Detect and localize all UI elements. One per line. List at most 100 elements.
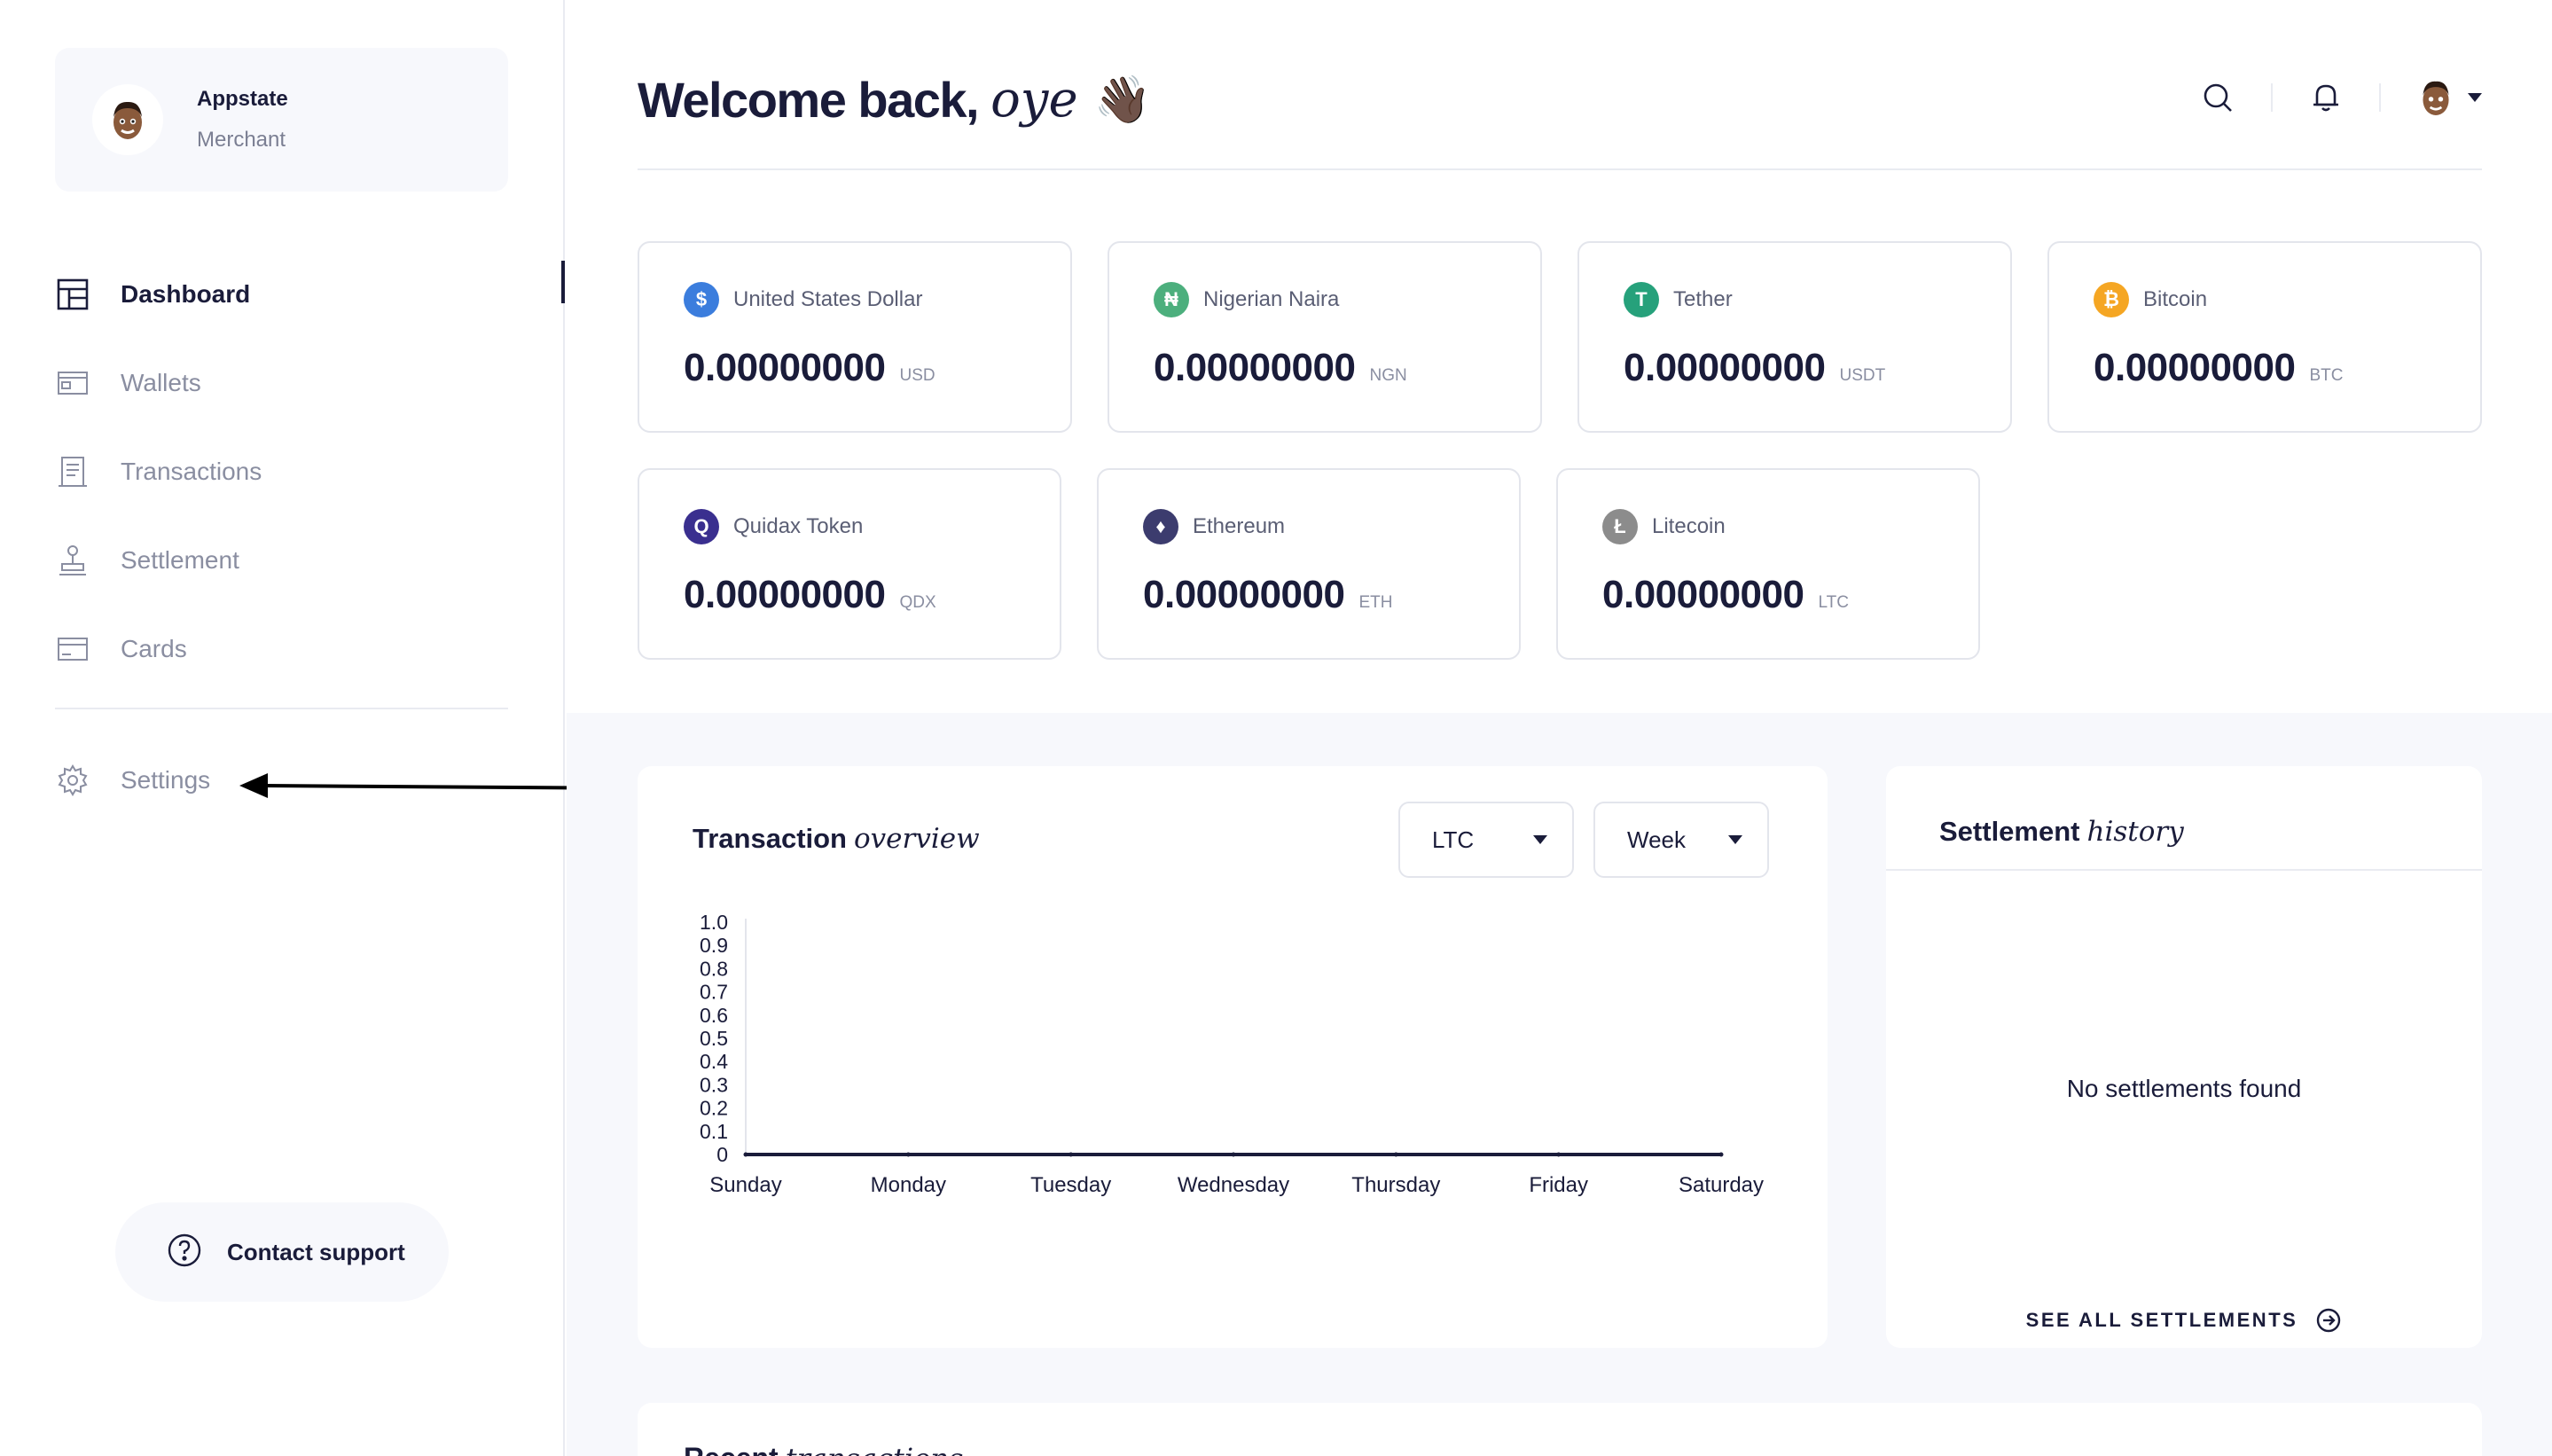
arrow-right-circle-icon bbox=[2317, 1308, 2341, 1333]
sidebar-item-label: Cards bbox=[121, 635, 187, 662]
litecoin-icon: Ł bbox=[1602, 509, 1638, 544]
dollar-icon: $ bbox=[684, 282, 719, 317]
page-title: Welcome back, oye 👋🏿 bbox=[638, 71, 1151, 129]
balance-amount: 0.00000000 bbox=[2094, 346, 2296, 389]
bell-icon[interactable] bbox=[2308, 80, 2344, 115]
x-tick-label: Tuesday bbox=[1030, 1173, 1111, 1197]
currency-code: ETH bbox=[1358, 593, 1393, 612]
x-tick-label: Monday bbox=[871, 1173, 946, 1197]
stamp-icon bbox=[55, 543, 90, 578]
y-tick-label: 0.4 bbox=[700, 1050, 728, 1073]
profile-card[interactable]: Appstate Merchant bbox=[55, 48, 508, 192]
data-point bbox=[905, 1152, 911, 1157]
balance-amount: 0.00000000 bbox=[684, 346, 886, 389]
balance-card-ltc[interactable]: Ł Litecoin 0.00000000 LTC bbox=[1556, 468, 1980, 660]
currency-code: USDT bbox=[1839, 366, 1886, 385]
sidebar-item-label: Dashboard bbox=[121, 280, 251, 308]
recent-transactions-panel: Recent transactions bbox=[638, 1403, 2482, 1456]
currency-code: QDX bbox=[899, 593, 936, 612]
panel-divider bbox=[1886, 869, 2482, 871]
panel-title: Recent transactions bbox=[684, 1442, 963, 1456]
balance-card-eth[interactable]: ♦ Ethereum 0.00000000 ETH bbox=[1097, 468, 1521, 660]
contact-support-button[interactable]: Contact support bbox=[115, 1202, 449, 1302]
dashboard-icon bbox=[55, 277, 90, 312]
receipt-icon bbox=[55, 454, 90, 489]
balance-amount: 0.00000000 bbox=[1154, 346, 1356, 389]
x-tick-label: Saturday bbox=[1679, 1173, 1764, 1197]
support-label: Contact support bbox=[227, 1238, 405, 1265]
sidebar-item-settings[interactable]: Settings bbox=[55, 745, 210, 816]
sidebar-item-label: Wallets bbox=[121, 369, 201, 396]
sidebar-item-settlement[interactable]: Settlement bbox=[55, 516, 565, 605]
sidebar-nav: Dashboard Wallets Transactions Settlemen… bbox=[55, 250, 565, 693]
data-point bbox=[1393, 1152, 1398, 1157]
settlement-history-panel: Settlement history No settlements found … bbox=[1886, 766, 2482, 1348]
currency-name: Bitcoin bbox=[2143, 287, 2208, 311]
see-all-settlements-link[interactable]: SEE ALL SETTLEMENTS bbox=[1886, 1307, 2482, 1334]
data-point bbox=[1069, 1152, 1074, 1157]
tether-icon: T bbox=[1624, 282, 1659, 317]
data-point bbox=[1231, 1152, 1236, 1157]
sidebar-item-cards[interactable]: Cards bbox=[55, 605, 565, 693]
y-tick-label: 0.3 bbox=[700, 1073, 728, 1096]
balance-card-ngn[interactable]: ₦ Nigerian Naira 0.00000000 NGN bbox=[1108, 241, 1542, 433]
balance-amount: 0.00000000 bbox=[684, 573, 886, 616]
currency-name: Ethereum bbox=[1193, 514, 1286, 538]
user-menu[interactable] bbox=[2416, 78, 2482, 117]
empty-state-message: No settlements found bbox=[2066, 1075, 2302, 1102]
panel-title-italic: history bbox=[2086, 816, 2184, 848]
currency-code: NGN bbox=[1369, 366, 1407, 385]
wallet-icon bbox=[55, 365, 90, 401]
period-select[interactable]: Week bbox=[1593, 802, 1769, 878]
chevron-down-icon bbox=[1533, 835, 1547, 844]
y-tick-label: 0.1 bbox=[700, 1120, 728, 1143]
transaction-chart: 1.00.90.80.70.60.50.40.30.20.10 Sunday Mon… bbox=[700, 911, 1764, 1197]
balance-card-qdx[interactable]: Q Quidax Token 0.00000000 QDX bbox=[638, 468, 1061, 660]
main-content: Welcome back, oye 👋🏿 $ United States Dol… bbox=[567, 0, 2552, 1456]
data-point bbox=[1556, 1152, 1562, 1157]
welcome-text: Welcome back, bbox=[638, 72, 980, 128]
user-name: oye bbox=[990, 71, 1078, 129]
currency-select-value: LTC bbox=[1432, 826, 1475, 853]
balance-card-usdt[interactable]: T Tether 0.00000000 USDT bbox=[1577, 241, 2012, 433]
x-tick-label: Thursday bbox=[1351, 1173, 1440, 1197]
y-tick-label: 0.8 bbox=[700, 957, 728, 980]
panel-title-text: Transaction bbox=[693, 823, 847, 854]
x-tick-label: Wednesday bbox=[1178, 1173, 1289, 1197]
balance-amount: 0.00000000 bbox=[1602, 573, 1804, 616]
sidebar-item-label: Settlement bbox=[121, 546, 239, 574]
sidebar-item-wallets[interactable]: Wallets bbox=[55, 339, 565, 427]
panel-title: Settlement history bbox=[1939, 816, 2184, 848]
currency-code: USD bbox=[899, 366, 935, 385]
see-all-label: SEE ALL SETTLEMENTS bbox=[2025, 1309, 2298, 1331]
x-tick-label: Friday bbox=[1529, 1173, 1588, 1197]
divider bbox=[2379, 83, 2381, 112]
bitcoin-icon: ₿ bbox=[2094, 282, 2129, 317]
balance-card-usd[interactable]: $ United States Dollar 0.00000000 USD bbox=[638, 241, 1072, 433]
currency-select[interactable]: LTC bbox=[1398, 802, 1574, 878]
sidebar-item-dashboard[interactable]: Dashboard bbox=[55, 250, 565, 339]
naira-icon: ₦ bbox=[1154, 282, 1189, 317]
sidebar-item-transactions[interactable]: Transactions bbox=[55, 427, 565, 516]
profile-role: Merchant bbox=[197, 128, 286, 152]
sidebar-item-label: Transactions bbox=[121, 458, 262, 485]
sidebar: Appstate Merchant Dashboard Wallets Tran… bbox=[0, 0, 565, 1456]
settings-label: Settings bbox=[121, 766, 211, 794]
balance-card-btc[interactable]: ₿ Bitcoin 0.00000000 BTC bbox=[2047, 241, 2482, 433]
currency-name: United States Dollar bbox=[733, 287, 923, 311]
currency-code: BTC bbox=[2309, 366, 2344, 385]
search-icon[interactable] bbox=[2200, 80, 2235, 115]
balance-amount: 0.00000000 bbox=[1624, 346, 1826, 389]
panel-title-italic: transactions bbox=[786, 1442, 964, 1456]
top-actions bbox=[2200, 78, 2482, 117]
data-point bbox=[743, 1152, 748, 1157]
divider bbox=[2271, 83, 2273, 112]
transaction-overview-panel: Transaction overview LTC Week 1.0 0.9 0.8 0… bbox=[638, 766, 1828, 1348]
currency-name: Nigerian Naira bbox=[1203, 287, 1340, 311]
panel-title-text: Recent bbox=[684, 1442, 779, 1456]
avatar bbox=[2416, 78, 2455, 117]
currency-name: Quidax Token bbox=[733, 514, 864, 538]
avatar bbox=[92, 84, 163, 155]
active-indicator bbox=[561, 261, 565, 303]
avatar-face-icon bbox=[114, 101, 142, 139]
